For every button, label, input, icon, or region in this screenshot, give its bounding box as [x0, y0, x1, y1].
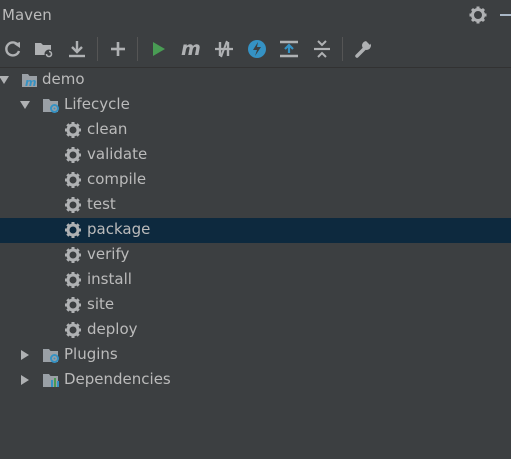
expand-arrow-down-icon[interactable]	[19, 99, 31, 111]
add-icon[interactable]	[108, 39, 128, 59]
tree-node-label: Dependencies	[64, 370, 171, 388]
gear-icon	[65, 272, 81, 288]
toolbar: m	[0, 31, 511, 68]
lifecycle-goal-compile[interactable]: compile	[0, 168, 511, 193]
tree-node-lifecycle[interactable]: Lifecycle	[0, 93, 511, 118]
skip-tests-icon[interactable]	[247, 39, 267, 59]
lifecycle-goal-clean[interactable]: clean	[0, 118, 511, 143]
lifecycle-goal-deploy[interactable]: deploy	[0, 318, 511, 343]
lifecycle-goal-package[interactable]: package	[0, 218, 511, 243]
panel-title: Maven	[2, 6, 52, 24]
collapse-all-icon[interactable]	[312, 39, 332, 59]
gear-icon	[65, 222, 81, 238]
gear-icon	[65, 122, 81, 138]
tree-node-label: demo	[42, 70, 85, 88]
goal-label: install	[87, 270, 132, 288]
lifecycle-goal-verify[interactable]: verify	[0, 243, 511, 268]
lifecycle-goal-install[interactable]: install	[0, 268, 511, 293]
toolbar-separator	[342, 37, 343, 61]
expand-arrow-down-icon[interactable]	[0, 74, 10, 86]
lifecycle-folder-icon	[43, 99, 59, 113]
goal-label: verify	[87, 245, 130, 263]
run-icon[interactable]	[149, 39, 169, 59]
goal-label: package	[87, 220, 151, 238]
refresh-icon[interactable]	[3, 39, 23, 59]
goal-label: clean	[87, 120, 128, 138]
tree-node-project[interactable]: m demo	[0, 68, 511, 93]
tree-node-plugins[interactable]: Plugins	[0, 343, 511, 368]
panel-header: Maven	[0, 0, 511, 30]
gear-icon	[65, 197, 81, 213]
gear-icon	[65, 297, 81, 313]
gear-icon	[65, 147, 81, 163]
execute-goal-icon[interactable]: m	[180, 39, 200, 59]
goal-label: site	[87, 295, 115, 313]
generate-sources-icon[interactable]	[34, 39, 54, 59]
show-dependencies-icon[interactable]	[279, 39, 299, 59]
lifecycle-goal-test[interactable]: test	[0, 193, 511, 218]
dependencies-folder-icon	[43, 374, 59, 387]
goal-label: deploy	[87, 320, 138, 338]
gear-icon	[65, 247, 81, 263]
maven-project-icon: m	[22, 74, 37, 89]
gear-icon[interactable]	[469, 6, 487, 24]
expand-arrow-right-icon[interactable]	[19, 374, 31, 386]
settings-wrench-icon[interactable]	[353, 39, 373, 59]
lifecycle-goal-validate[interactable]: validate	[0, 143, 511, 168]
svg-text:m: m	[25, 76, 36, 89]
tree-node-label: Plugins	[64, 345, 118, 363]
goal-label: validate	[87, 145, 148, 163]
gear-icon	[65, 172, 81, 188]
svg-text:m: m	[181, 39, 200, 59]
tree-node-label: Lifecycle	[64, 95, 130, 113]
expand-arrow-right-icon[interactable]	[19, 349, 31, 361]
goal-label: compile	[87, 170, 147, 188]
gear-icon	[65, 322, 81, 338]
download-icon[interactable]	[67, 39, 87, 59]
tree-node-dependencies[interactable]: Dependencies	[0, 368, 511, 393]
goal-label: test	[87, 195, 116, 213]
toolbar-separator	[97, 37, 98, 61]
lifecycle-goal-site[interactable]: site	[0, 293, 511, 318]
toggle-offline-icon[interactable]	[214, 39, 234, 59]
minimize-icon[interactable]	[500, 14, 511, 16]
plugins-folder-icon	[43, 349, 59, 363]
toolbar-separator	[137, 37, 138, 61]
